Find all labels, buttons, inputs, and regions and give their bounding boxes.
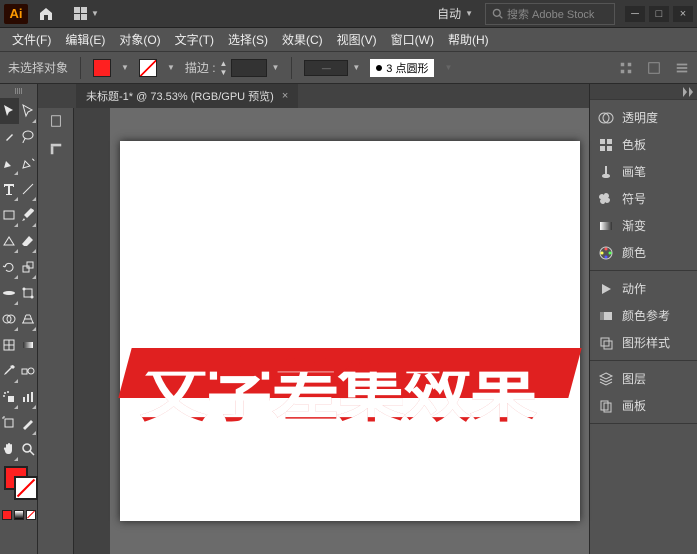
menu-bar: 文件(F) 编辑(E) 对象(O) 文字(T) 选择(S) 效果(C) 视图(V… [0, 28, 697, 52]
symbol-sprayer-tool[interactable] [0, 384, 19, 410]
menu-window[interactable]: 窗口(W) [385, 28, 440, 51]
menu-type[interactable]: 文字(T) [169, 28, 220, 51]
menu-select[interactable]: 选择(S) [222, 28, 274, 51]
curvature-tool[interactable] [19, 150, 38, 176]
search-input[interactable]: 搜索 Adobe Stock [485, 3, 615, 25]
rotate-tool[interactable] [0, 254, 19, 280]
home-icon[interactable] [34, 4, 58, 24]
paintbrush-tool[interactable] [19, 202, 38, 228]
panel-collapse-button[interactable] [590, 84, 697, 100]
gradient-tool[interactable] [19, 332, 38, 358]
eyedropper-tool[interactable] [0, 358, 19, 384]
doc-rulers-icon[interactable] [49, 142, 63, 156]
app-logo: Ai [4, 4, 28, 24]
shape-builder-tool[interactable] [0, 306, 19, 332]
chevron-down-icon: ▼ [465, 9, 473, 18]
selection-tool[interactable] [0, 98, 19, 124]
menu-view[interactable]: 视图(V) [331, 28, 383, 51]
tools-panel [0, 84, 38, 554]
rectangle-tool[interactable] [0, 202, 19, 228]
chevron-down-icon[interactable]: ▼ [121, 63, 129, 72]
panel-gradient[interactable]: 渐变 [590, 212, 697, 239]
auto-dropdown[interactable]: 自动 ▼ [437, 5, 473, 22]
fill-stroke-control[interactable] [0, 462, 37, 508]
line-tool[interactable] [19, 176, 38, 202]
document-tab[interactable]: 未标题-1* @ 73.53% (RGB/GPU 预览) × [76, 84, 298, 108]
artboard[interactable]: 文字差集效果 文字差集效果 [120, 141, 580, 521]
titlebar: Ai ▼ 自动 ▼ 搜索 Adobe Stock ─ □ × [0, 0, 697, 28]
lasso-tool[interactable] [19, 124, 38, 150]
panel-transparency[interactable]: 透明度 [590, 104, 697, 131]
panels-dock: 透明度 色板 画笔 符号 渐变 颜色 动作 颜色参考 图形样式 图层 画板 [589, 84, 697, 554]
shaper-tool[interactable] [0, 228, 19, 254]
scale-tool[interactable] [19, 254, 38, 280]
chevron-down-icon: ▼ [91, 9, 99, 18]
chevron-down-icon[interactable]: ▼ [444, 63, 452, 72]
fill-color-swatch[interactable] [93, 59, 111, 77]
options-bar: 未选择对象 ▼ ▼ 描边 : ▲▼ ▼ — ▼ 3 点圆形 ▼ [0, 52, 697, 84]
stroke-color-swatch[interactable] [139, 59, 157, 77]
window-controls: ─ □ × [625, 6, 693, 22]
direct-selection-tool[interactable] [19, 98, 38, 124]
artboard-tool[interactable] [0, 410, 19, 436]
search-placeholder: 搜索 Adobe Stock [507, 6, 594, 22]
panel-color[interactable]: 颜色 [590, 239, 697, 266]
magic-wand-tool[interactable] [0, 124, 19, 150]
slice-tool[interactable] [19, 410, 38, 436]
search-icon [492, 8, 503, 19]
workspace-selector[interactable]: ▼ [68, 5, 105, 22]
sub-toolbar [38, 108, 74, 554]
close-button[interactable]: × [673, 6, 693, 22]
canvas[interactable]: 文字差集效果 文字差集效果 [110, 108, 589, 554]
stroke-weight[interactable]: 描边 : ▲▼ ▼ [185, 59, 280, 77]
menu-object[interactable]: 对象(O) [113, 28, 166, 51]
color-mode-selector[interactable] [0, 508, 40, 522]
panel-artboards[interactable]: 画板 [590, 392, 697, 419]
menu-file[interactable]: 文件(F) [6, 28, 57, 51]
eraser-tool[interactable] [19, 228, 38, 254]
mesh-tool[interactable] [0, 332, 19, 358]
document-area: 未标题-1* @ 73.53% (RGB/GPU 预览) × 文字差集效果 文字… [38, 84, 589, 554]
menu-help[interactable]: 帮助(H) [442, 28, 495, 51]
width-tool[interactable] [0, 280, 19, 306]
align-icon[interactable] [619, 61, 633, 75]
panel-actions[interactable]: 动作 [590, 275, 697, 302]
transform-icon[interactable] [647, 61, 661, 75]
menu-edit[interactable]: 编辑(E) [59, 28, 111, 51]
doc-size-icon[interactable] [49, 114, 63, 128]
panel-symbols[interactable]: 符号 [590, 185, 697, 212]
perspective-tool[interactable] [19, 306, 38, 332]
graph-tool[interactable] [19, 384, 38, 410]
main-area: 未标题-1* @ 73.53% (RGB/GPU 预览) × 文字差集效果 文字… [0, 84, 697, 554]
panel-color-guide[interactable]: 颜色参考 [590, 302, 697, 329]
zoom-tool[interactable] [19, 436, 38, 462]
free-transform-tool[interactable] [19, 280, 38, 306]
pen-tool[interactable] [0, 150, 19, 176]
close-icon[interactable]: × [282, 90, 288, 102]
panel-swatches[interactable]: 色板 [590, 131, 697, 158]
panel-brushes[interactable]: 画笔 [590, 158, 697, 185]
minimize-button[interactable]: ─ [625, 6, 645, 22]
panel-graphic-styles[interactable]: 图形样式 [590, 329, 697, 356]
no-selection-label: 未选择对象 [8, 59, 68, 76]
menu-effect[interactable]: 效果(C) [276, 28, 329, 51]
maximize-button[interactable]: □ [649, 6, 669, 22]
type-tool[interactable] [0, 176, 19, 202]
brush-profile[interactable]: — ▼ [304, 60, 360, 76]
panel-layers[interactable]: 图层 [590, 365, 697, 392]
hand-tool[interactable] [0, 436, 19, 462]
chevron-down-icon[interactable]: ▼ [167, 63, 175, 72]
menu-icon[interactable] [675, 61, 689, 75]
document-tabs: 未标题-1* @ 73.53% (RGB/GPU 预览) × [38, 84, 589, 108]
blend-tool[interactable] [19, 358, 38, 384]
width-profile[interactable]: 3 点圆形 [370, 59, 434, 77]
